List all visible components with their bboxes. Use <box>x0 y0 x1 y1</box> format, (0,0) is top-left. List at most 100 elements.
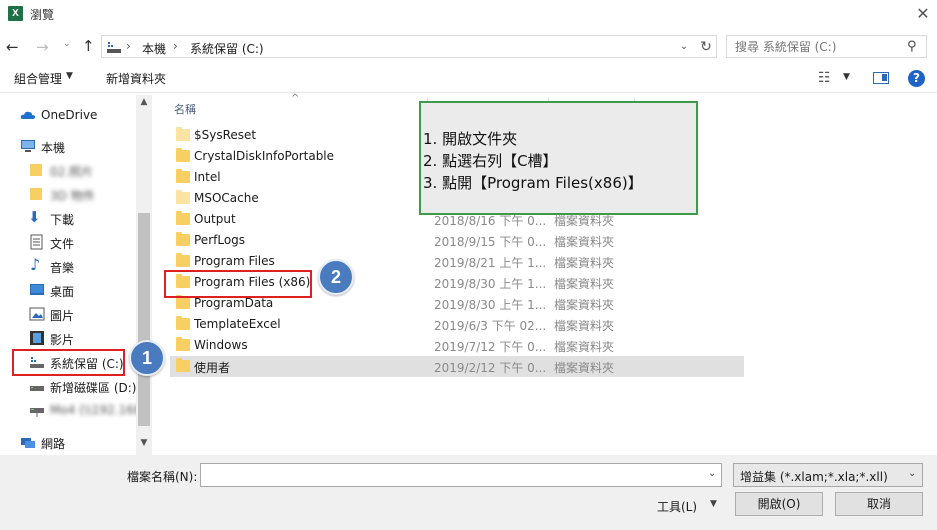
file-date: 2019/6/3 下午 02... <box>434 319 547 333</box>
instruction-step: 3. 點開【Program Files(x86)】 <box>423 174 643 192</box>
nav-item-downloads[interactable]: ⬇ 下載 <box>0 207 136 229</box>
breadcrumb-separator[interactable]: › <box>173 39 178 53</box>
file-name[interactable]: Program Files <box>194 254 275 268</box>
video-icon <box>30 331 44 345</box>
step-badge-1: 1 <box>129 340 165 376</box>
command-toolbar: 組合管理 ▼ 新增資料夾 ☷ ▼ ? <box>0 64 937 93</box>
nav-item-network[interactable]: 網路 <box>0 431 136 453</box>
caret-down-icon[interactable]: ▼ <box>843 72 850 82</box>
chevron-down-icon[interactable]: ⌄ <box>908 468 916 479</box>
network-drive-icon <box>30 408 44 417</box>
folder-icon <box>176 253 190 267</box>
nav-item-this-pc[interactable]: 本機 <box>0 135 136 157</box>
nav-label: 音樂 <box>50 261 75 275</box>
search-icon[interactable]: ⚲ <box>907 39 917 54</box>
file-name[interactable]: Output <box>194 212 236 226</box>
filetype-value[interactable]: 增益集 (*.xlam;*.xla;*.xll) <box>740 468 888 485</box>
file-name[interactable]: 使用者 <box>194 359 230 376</box>
organize-button[interactable]: 組合管理 <box>14 70 62 87</box>
cancel-button[interactable]: 取消 <box>835 492 923 516</box>
nav-label: 圖片 <box>50 309 75 323</box>
desktop-icon <box>30 284 44 295</box>
scroll-down-arrow-icon[interactable]: ▼ <box>136 438 152 452</box>
nav-item-documents[interactable]: 文件 <box>0 231 136 253</box>
file-date: 2019/8/21 上午 1... <box>434 256 547 270</box>
file-name[interactable]: PerfLogs <box>194 233 245 247</box>
breadcrumb-separator[interactable]: › <box>126 39 131 53</box>
instruction-note: 1. 開啟文件夾 2. 點選右列【C槽】 3. 點開【Program Files… <box>419 101 698 215</box>
file-row[interactable]: 使用者 2019/2/12 下午 0... 檔案資料夾 <box>170 356 744 377</box>
folder-icon <box>176 127 190 141</box>
column-header-name[interactable]: 名稱 <box>174 101 196 117</box>
file-type: 檔案資料夾 <box>554 319 615 333</box>
nav-item-3d-objects[interactable]: 3D 物件 <box>0 183 136 205</box>
music-icon: ♪ <box>30 255 41 274</box>
title-bar: X 瀏覽 ✕ <box>0 0 937 28</box>
search-box[interactable]: ⚲ <box>726 35 927 58</box>
nav-item-photos[interactable]: 02.照片 <box>0 159 136 181</box>
folder-icon <box>176 337 190 351</box>
nav-item-music[interactable]: ♪ 音樂 <box>0 255 136 277</box>
caret-down-icon[interactable]: ▼ <box>710 499 717 509</box>
breadcrumb-this-pc[interactable]: 本機 <box>142 40 166 57</box>
instruction-step: 1. 開啟文件夾 <box>423 130 518 148</box>
nav-label: 3D 物件 <box>50 189 95 203</box>
file-name[interactable]: MSOCache <box>194 191 259 205</box>
file-row[interactable]: TemplateExcel 2019/6/3 下午 02... 檔案資料夾 <box>170 314 744 335</box>
open-button[interactable]: 開啟(O) <box>735 492 823 516</box>
preview-pane-icon[interactable] <box>873 72 889 84</box>
tools-button[interactable]: 工具(L) <box>657 498 697 515</box>
nav-item-pictures[interactable]: 圖片 <box>0 303 136 325</box>
file-name[interactable]: ProgramData <box>194 296 273 310</box>
filename-field[interactable]: ⌄ <box>200 463 722 487</box>
nav-label: 下載 <box>50 213 75 227</box>
nav-item-desktop[interactable]: 桌面 <box>0 279 136 301</box>
nav-label: 影片 <box>50 333 75 347</box>
recent-locations-chevron-icon[interactable]: ⌄ <box>63 39 75 53</box>
view-options-icon[interactable]: ☷ <box>818 70 831 86</box>
nav-item-videos[interactable]: 影片 <box>0 327 136 349</box>
breadcrumb-c-drive[interactable]: 系統保留 (C:) <box>190 40 264 57</box>
excel-app-icon: X <box>8 6 23 21</box>
caret-down-icon[interactable]: ▼ <box>66 71 73 81</box>
file-row[interactable]: PerfLogs 2018/9/15 下午 0... 檔案資料夾 <box>170 230 744 251</box>
file-type: 檔案資料夾 <box>554 361 615 375</box>
scroll-up-arrow-icon[interactable]: ▲ <box>136 97 152 111</box>
up-arrow-icon[interactable]: ↑ <box>82 37 98 55</box>
close-icon[interactable]: ✕ <box>912 3 934 25</box>
file-name[interactable]: Intel <box>194 170 221 184</box>
nav-label: 網路 <box>41 437 66 451</box>
file-type: 檔案資料夾 <box>554 235 615 249</box>
document-icon <box>30 234 43 250</box>
chevron-down-icon[interactable]: ⌄ <box>708 468 716 479</box>
navigation-pane: OneDrive 本機 02.照片 3D 物件 ⬇ 下載 文件 ♪ 音樂 桌面 … <box>0 95 152 455</box>
chevron-down-icon[interactable]: ⌄ <box>677 39 691 55</box>
nav-item-network-drive[interactable]: Mo4 (\\192.168) <box>0 399 146 421</box>
nav-item-d-drive[interactable]: 新增磁碟區 (D:) <box>0 375 136 397</box>
filetype-select[interactable]: 增益集 (*.xlam;*.xla;*.xll) ⌄ <box>733 463 923 487</box>
dialog-footer: 檔案名稱(N): ⌄ 增益集 (*.xlam;*.xla;*.xll) ⌄ 工具… <box>0 455 937 530</box>
refresh-icon[interactable]: ↻ <box>698 38 714 56</box>
file-name[interactable]: Windows <box>194 338 248 352</box>
nav-scroll-thumb[interactable] <box>138 213 150 426</box>
file-row[interactable]: Program Files 2019/8/21 上午 1... 檔案資料夾 <box>170 251 744 272</box>
file-name[interactable]: CrystalDiskInfoPortable <box>194 149 334 163</box>
forward-arrow-icon[interactable]: → <box>36 38 54 56</box>
file-date: 2019/8/30 上午 1... <box>434 277 547 291</box>
nav-item-onedrive[interactable]: OneDrive <box>0 104 136 126</box>
back-arrow-icon[interactable]: ← <box>6 38 24 56</box>
pictures-icon <box>29 307 45 321</box>
file-name[interactable]: $SysReset <box>194 128 256 142</box>
file-name[interactable]: TemplateExcel <box>194 317 281 331</box>
file-row[interactable]: Windows 2019/7/12 下午 0... 檔案資料夾 <box>170 335 744 356</box>
search-input[interactable] <box>735 40 900 54</box>
address-bar[interactable]: › 本機 › 系統保留 (C:) ⌄ ↻ <box>101 35 717 58</box>
instruction-step: 2. 點選右列【C槽】 <box>423 152 558 170</box>
step-badge-2: 2 <box>318 259 354 295</box>
download-icon: ⬇ <box>28 208 41 226</box>
help-icon[interactable]: ? <box>908 70 925 87</box>
computer-icon <box>107 42 121 53</box>
folder-icon <box>30 188 42 200</box>
new-folder-button[interactable]: 新增資料夾 <box>106 70 166 87</box>
file-type: 檔案資料夾 <box>554 256 615 270</box>
